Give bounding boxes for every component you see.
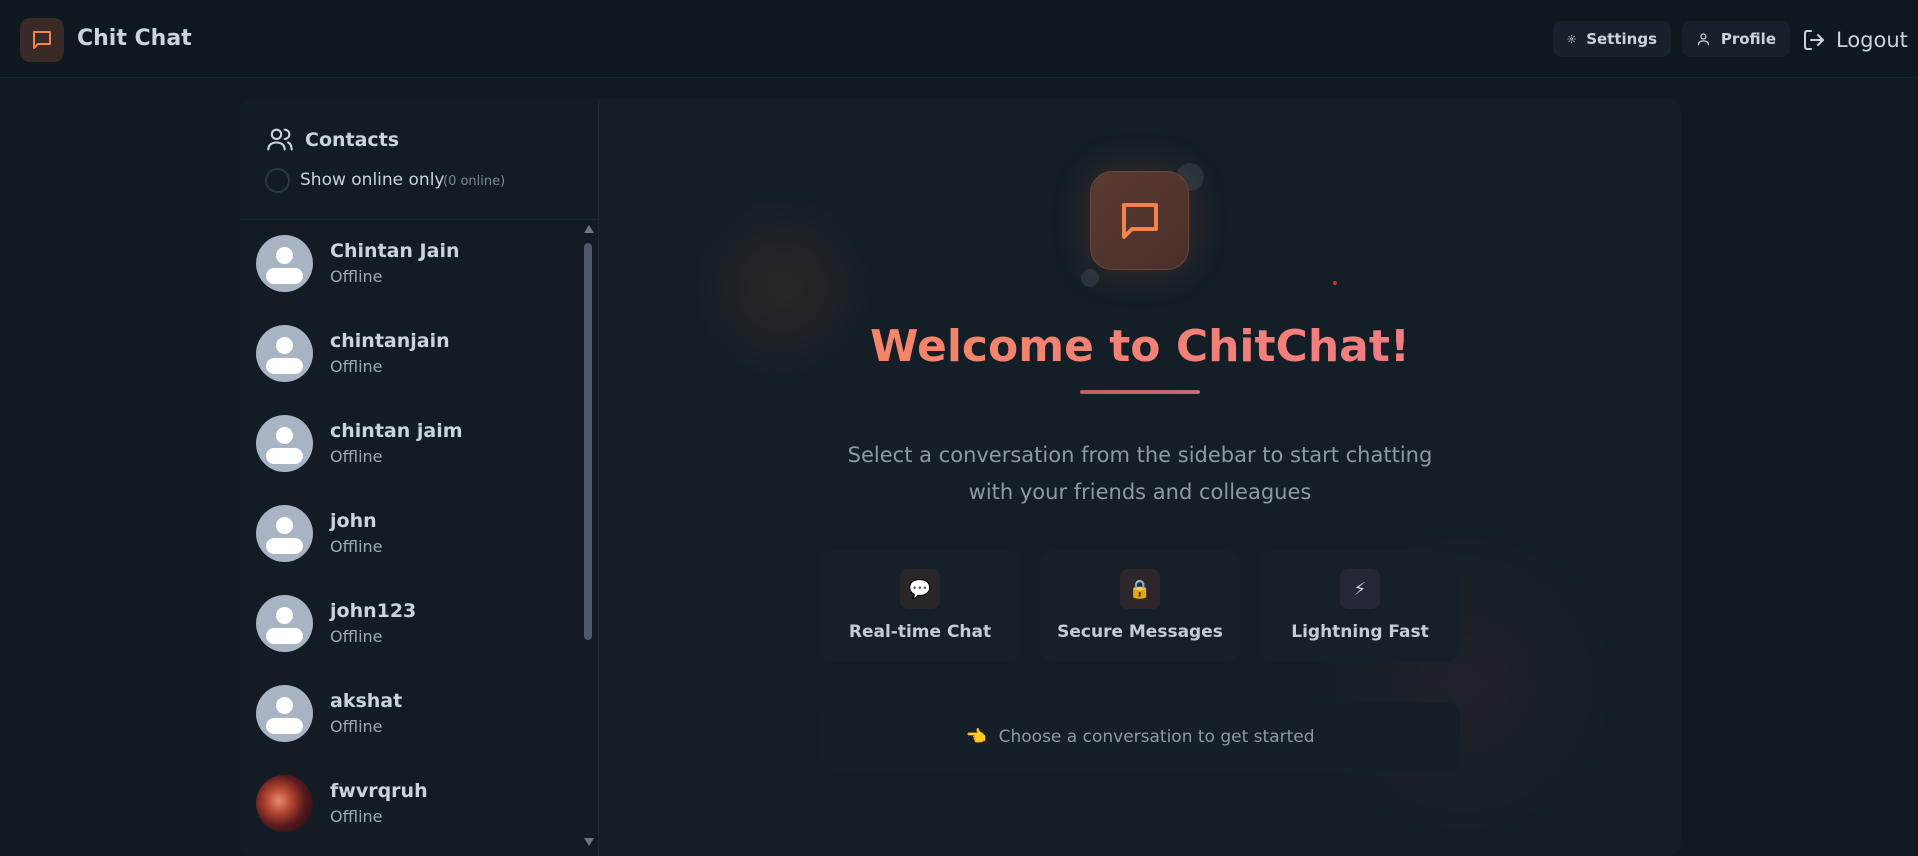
contacts-sidebar: Contacts Show online only (0 online) Chi…	[240, 99, 599, 856]
feature-card-fast: ⚡ Lightning Fast	[1260, 550, 1460, 662]
welcome-subtitle: Select a conversation from the sidebar t…	[847, 443, 1433, 504]
contact-item[interactable]: chintan jaim Offline	[240, 400, 580, 490]
chat-bubble-icon	[1121, 202, 1158, 239]
contact-list-scrollbar[interactable]	[581, 225, 595, 851]
contacts-title: Contacts	[305, 129, 400, 151]
contact-name: chintanjain	[330, 330, 450, 352]
gear-icon	[1567, 34, 1576, 44]
profile-button[interactable]: Profile	[1682, 21, 1790, 57]
settings-label: Settings	[1586, 30, 1657, 48]
avatar	[256, 415, 313, 472]
lightning-icon: ⚡	[1340, 569, 1380, 609]
contact-item[interactable]: akshat Offline	[240, 670, 580, 760]
contact-list: Chintan Jain Offline chintanjain Offline…	[240, 220, 580, 856]
show-online-checkbox[interactable]	[265, 168, 290, 193]
feature-label: Lightning Fast	[1291, 622, 1429, 642]
contact-status: Offline	[330, 807, 383, 826]
contact-status: Offline	[330, 357, 383, 376]
contact-name: chintan jaim	[330, 420, 463, 442]
sidebar-header: Contacts Show online only (0 online)	[240, 99, 599, 220]
speech-bubble-icon: 💬	[900, 569, 940, 609]
avatar	[256, 595, 313, 652]
contact-item[interactable]: john123 Offline	[240, 580, 580, 670]
contact-item[interactable]: fwvrqruh Offline	[240, 760, 580, 850]
lock-icon: 🔒	[1120, 569, 1160, 609]
avatar-photo	[256, 775, 313, 832]
top-navbar: Chit Chat Settings Profile Logout	[0, 0, 1918, 78]
settings-button[interactable]: Settings	[1553, 21, 1671, 57]
scroll-up-arrow-icon[interactable]	[584, 225, 594, 233]
contact-status: Offline	[330, 717, 383, 736]
contact-status: Offline	[330, 447, 383, 466]
contact-name: akshat	[330, 690, 403, 712]
choose-conversation-hint: 👈 Choose a conversation to get started	[820, 702, 1460, 772]
contact-item[interactable]: chintanjain Offline	[240, 310, 580, 400]
feature-label: Real-time Chat	[848, 622, 992, 642]
chat-container: Contacts Show online only (0 online) Chi…	[240, 99, 1681, 856]
feature-card-secure: 🔒 Secure Messages	[1040, 550, 1240, 662]
hero-chat-icon	[1090, 171, 1189, 270]
logout-label: Logout	[1836, 28, 1908, 52]
contact-name: Chintan Jain	[330, 240, 460, 262]
user-icon	[1697, 33, 1710, 46]
contact-item[interactable]: Chintan Jain Offline	[240, 220, 580, 310]
contact-name: john	[330, 510, 377, 532]
show-online-label[interactable]: Show online only	[300, 170, 445, 190]
contact-name: john123	[330, 600, 417, 622]
choose-conversation-text: Choose a conversation to get started	[998, 727, 1315, 747]
feature-card-realtime: 💬 Real-time Chat	[820, 550, 1020, 662]
profile-label: Profile	[1720, 30, 1776, 48]
online-count: (0 online)	[443, 174, 506, 189]
scrollbar-thumb[interactable]	[584, 243, 592, 640]
logout-button[interactable]: Logout	[1802, 24, 1908, 56]
contact-status: Offline	[330, 267, 383, 286]
app-title[interactable]: Chit Chat	[77, 26, 192, 51]
decorative-dot	[1081, 269, 1099, 287]
feature-label: Secure Messages	[1057, 622, 1223, 642]
contact-status: Offline	[330, 537, 383, 556]
welcome-panel: Welcome to ChitChat! Select a conversati…	[599, 99, 1681, 856]
contact-name: fwvrqruh	[330, 780, 428, 802]
logout-icon	[1804, 30, 1824, 50]
title-underline	[1080, 390, 1200, 394]
brand-logo[interactable]	[20, 18, 64, 62]
decorative-dot	[1333, 281, 1337, 285]
pointing-hand-icon: 👈	[965, 727, 987, 747]
chat-bubble-icon	[33, 31, 51, 49]
avatar	[256, 235, 313, 292]
avatar	[256, 505, 313, 562]
scroll-down-arrow-icon[interactable]	[584, 838, 594, 846]
avatar	[256, 325, 313, 382]
welcome-title: Welcome to ChitChat!	[599, 321, 1681, 372]
users-icon	[267, 128, 293, 151]
avatar	[256, 685, 313, 742]
contact-item[interactable]: john Offline	[240, 490, 580, 580]
contact-status: Offline	[330, 627, 383, 646]
